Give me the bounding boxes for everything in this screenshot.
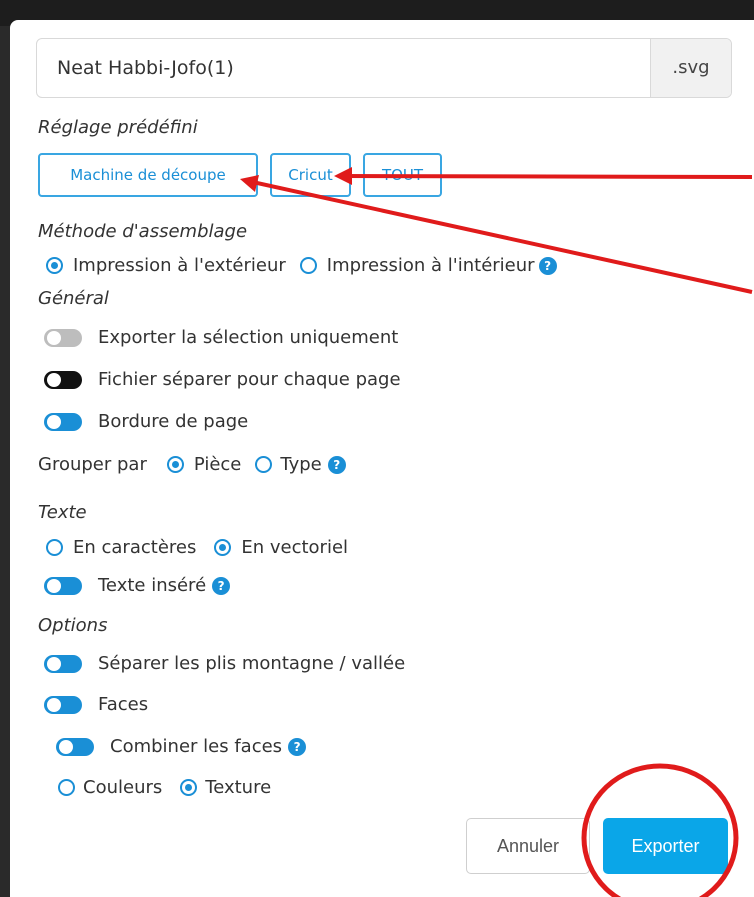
help-icon[interactable]: ? — [327, 455, 346, 474]
face-colors-label[interactable]: Couleurs — [83, 777, 162, 798]
preset-cricut-button[interactable]: Cricut — [270, 153, 351, 197]
toggle-icon[interactable] — [44, 412, 82, 431]
text-inserted-label: Texte inséré — [98, 575, 207, 596]
file-extension-label: .svg — [650, 39, 731, 97]
help-icon[interactable]: ? — [212, 576, 231, 595]
preset-heading: Réglage prédéfini — [38, 117, 198, 138]
radio-icon[interactable] — [180, 779, 198, 796]
help-icon[interactable]: ? — [538, 256, 557, 275]
export-selection-label: Exporter la sélection uniquement — [98, 327, 399, 348]
radio-icon[interactable] — [46, 539, 63, 556]
export-button[interactable]: Exporter — [603, 818, 728, 874]
toggle-icon[interactable] — [44, 695, 82, 714]
combine-faces-label: Combiner les faces — [110, 736, 283, 757]
face-mode-row: Couleurs Texture — [58, 777, 271, 798]
preset-all-button[interactable]: TOUT — [363, 153, 442, 197]
preset-cutting-machine-button[interactable]: Machine de découpe — [38, 153, 258, 197]
text-inserted-toggle-row[interactable]: Texte inséré ? — [44, 575, 231, 596]
faces-toggle-row[interactable]: Faces — [44, 694, 148, 715]
text-heading: Texte — [38, 502, 87, 523]
export-selection-toggle-row[interactable]: Exporter la sélection uniquement — [44, 327, 398, 348]
separate-file-toggle-row[interactable]: Fichier séparer pour chaque page — [44, 369, 401, 390]
group-by-label: Grouper par — [38, 454, 147, 475]
combine-faces-toggle-row[interactable]: Combiner les faces ? — [56, 736, 307, 757]
radio-icon[interactable] — [299, 257, 317, 274]
radio-icon[interactable] — [214, 539, 232, 556]
help-icon[interactable]: ? — [288, 737, 307, 756]
group-by-row: Grouper par Pièce Type ? — [38, 454, 346, 475]
toggle-icon[interactable] — [44, 576, 82, 595]
general-heading: Général — [38, 288, 109, 309]
page-border-toggle-row[interactable]: Bordure de page — [44, 411, 248, 432]
text-mode-row: En caractères En vectoriel — [46, 537, 348, 558]
radio-icon[interactable] — [58, 779, 75, 796]
toggle-icon[interactable] — [44, 654, 82, 673]
separate-file-label: Fichier séparer pour chaque page — [98, 369, 401, 390]
toggle-icon[interactable] — [44, 328, 82, 347]
assembly-heading: Méthode d'assemblage — [38, 221, 248, 242]
options-heading: Options — [38, 615, 108, 636]
radio-icon[interactable] — [166, 456, 184, 473]
group-by-piece-label[interactable]: Pièce — [194, 454, 242, 475]
assembly-outside-label[interactable]: Impression à l'extérieur — [73, 255, 286, 276]
filename-field[interactable]: Neat Habbi-Jofo(1) .svg — [36, 38, 732, 98]
toggle-icon[interactable] — [44, 370, 82, 389]
radio-icon[interactable] — [46, 257, 63, 274]
assembly-inside-label[interactable]: Impression à l'intérieur — [327, 255, 535, 276]
split-folds-label: Séparer les plis montagne / vallée — [98, 653, 406, 674]
filename-input[interactable]: Neat Habbi-Jofo(1) — [57, 39, 234, 97]
toggle-icon[interactable] — [56, 737, 94, 756]
assembly-options: Impression à l'extérieur Impression à l'… — [46, 255, 557, 276]
radio-icon[interactable] — [255, 456, 273, 473]
text-characters-label[interactable]: En caractères — [73, 537, 196, 558]
page-border-label: Bordure de page — [98, 411, 249, 432]
faces-label: Faces — [98, 694, 149, 715]
text-vector-label[interactable]: En vectoriel — [241, 537, 348, 558]
split-folds-toggle-row[interactable]: Séparer les plis montagne / vallée — [44, 653, 405, 674]
face-texture-label[interactable]: Texture — [205, 777, 271, 798]
group-by-type-label[interactable]: Type — [280, 454, 321, 475]
cancel-button[interactable]: Annuler — [466, 818, 590, 874]
